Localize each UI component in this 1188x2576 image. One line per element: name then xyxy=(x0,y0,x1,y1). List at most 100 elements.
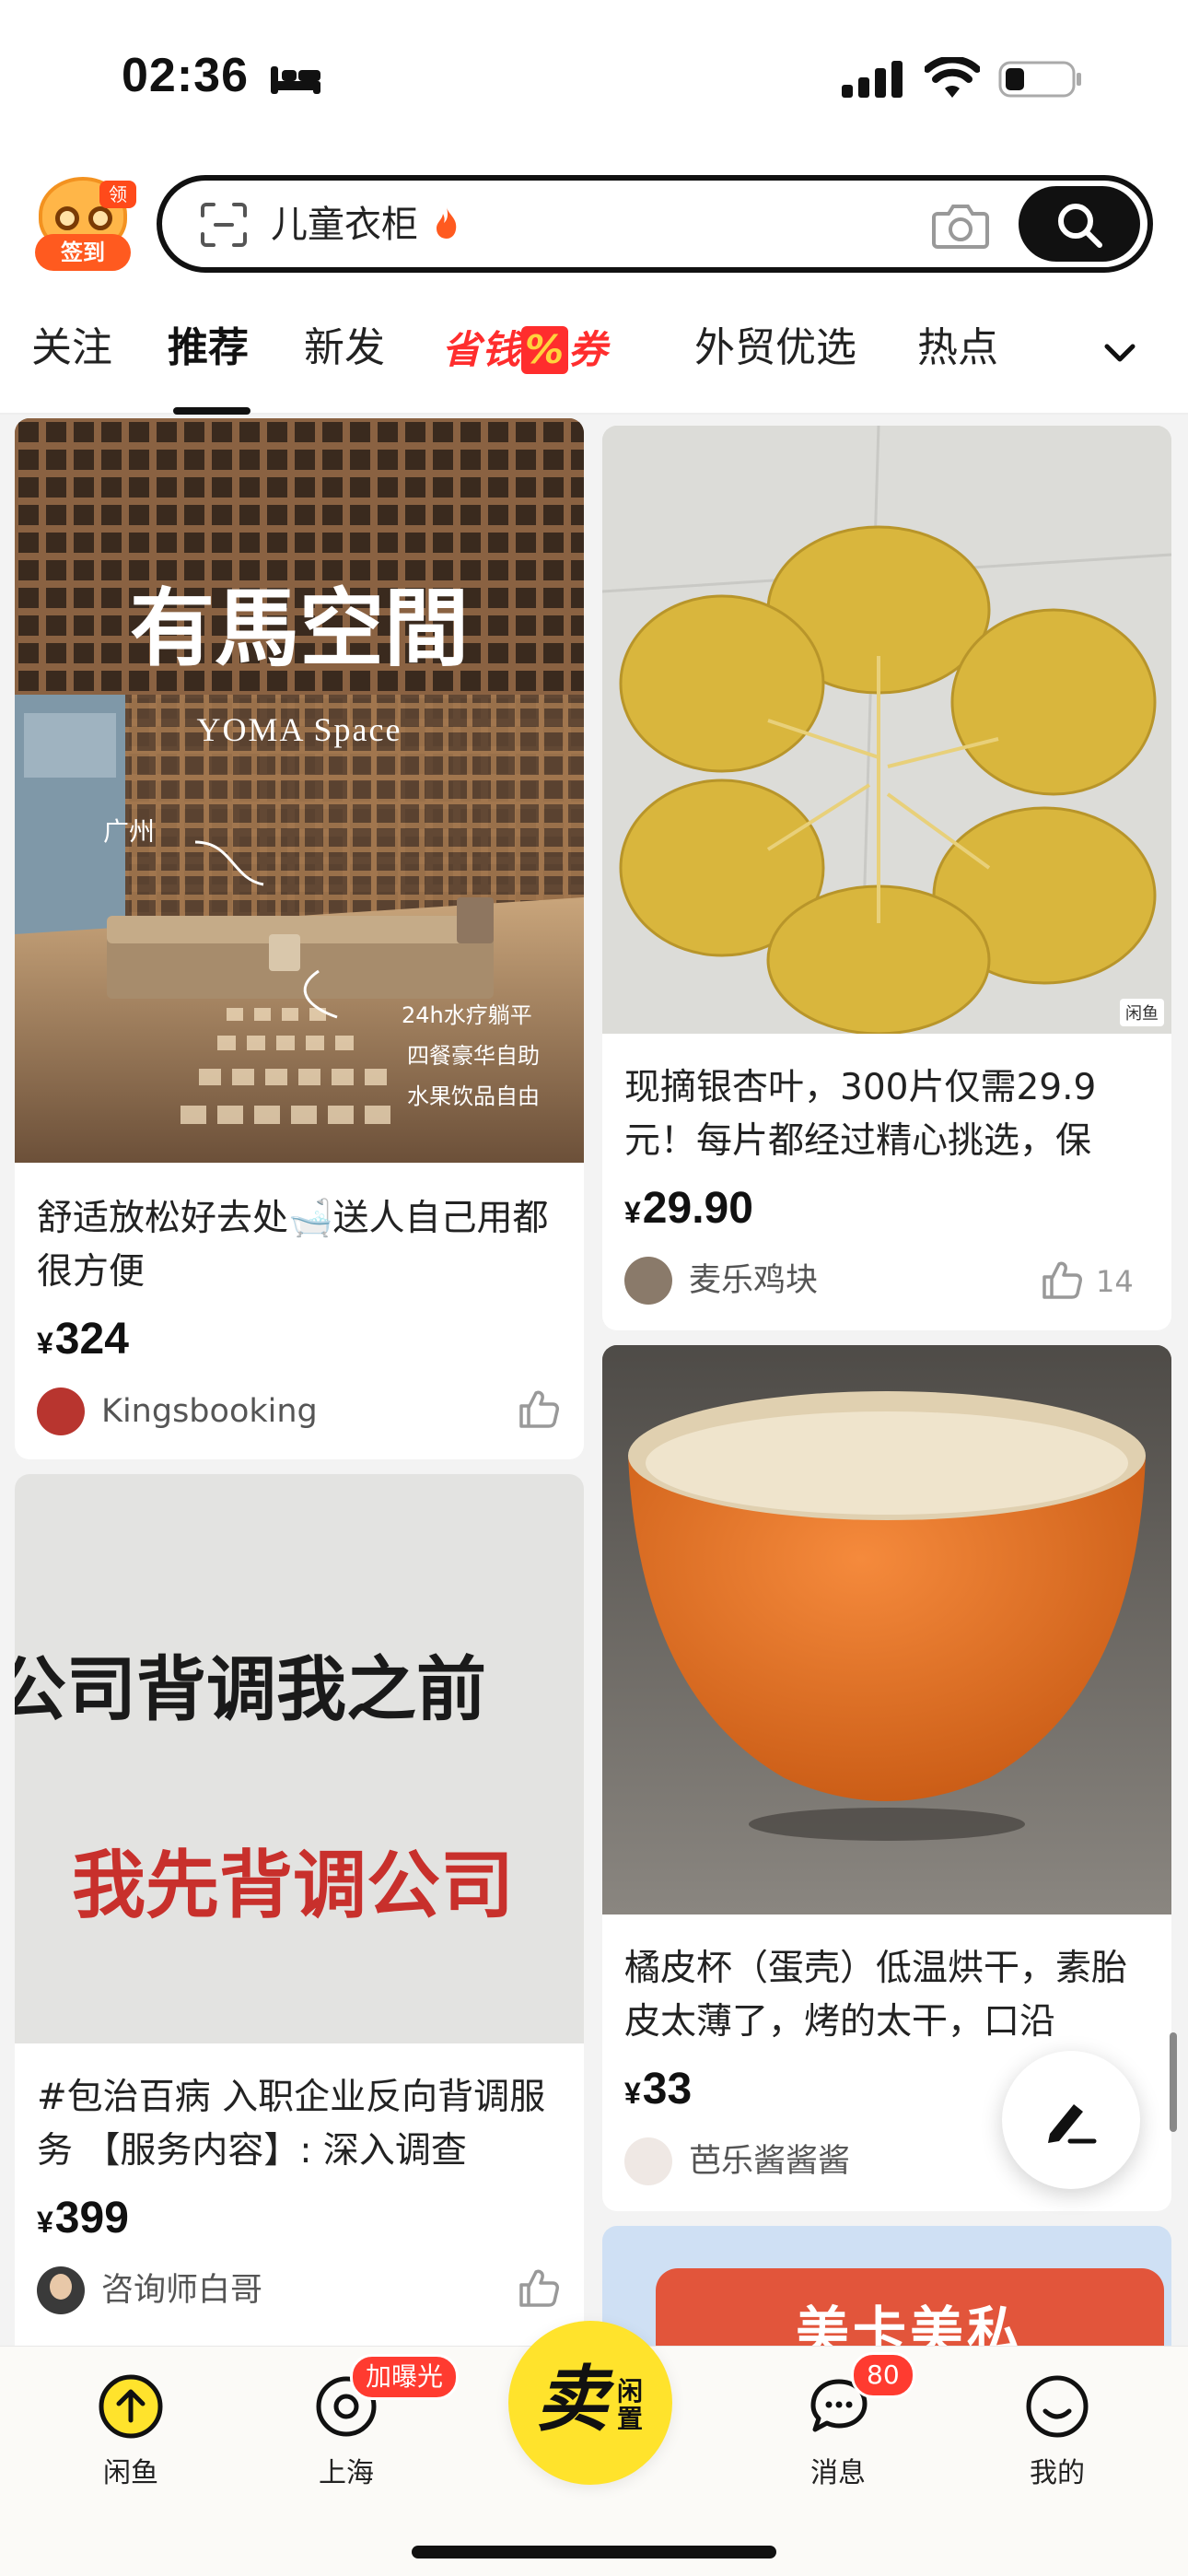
seller-info[interactable]: Kingsbooking xyxy=(37,1388,497,1439)
sell-label: 卖 xyxy=(536,2359,609,2441)
nav-home[interactable]: 闲鱼 xyxy=(66,2372,195,2492)
product-image[interactable]: 公司背调我之前 我先背调公司 xyxy=(15,1474,584,2043)
promo-text-1: 省钱 xyxy=(442,327,522,372)
product-feed[interactable]: 有馬空間 YOMA Space 广州 24h水疗躺平 四餐豪华自助 水果饮品自由… xyxy=(0,415,1188,2346)
currency-symbol: ¥ xyxy=(624,1196,641,1229)
image-title: 有馬空間 xyxy=(130,579,469,678)
checkin-button[interactable]: 领 签到 xyxy=(35,173,136,273)
price-value: 324 xyxy=(54,1315,129,1364)
wifi-icon xyxy=(925,57,980,98)
product-title[interactable]: 现摘银杏叶，300片仅需29.9元！每片都经过精心挑选，保 xyxy=(624,1061,1159,1168)
seller-info[interactable]: 芭乐酱酱酱 xyxy=(624,2137,993,2189)
smile-face-icon xyxy=(1026,2375,1089,2438)
publish-button[interactable] xyxy=(1002,2051,1140,2189)
promo-text-3: 券 xyxy=(568,327,609,372)
fire-icon xyxy=(436,207,456,239)
exposure-badge: 加曝光 xyxy=(350,2354,460,2400)
price-value: 29.90 xyxy=(642,1184,753,1233)
product-image[interactable]: 美卡美私 xyxy=(656,2268,1164,2346)
product-card[interactable]: 美卡美私 xyxy=(602,2226,1171,2346)
like-button[interactable] xyxy=(518,1388,564,1435)
image-subtitle: YOMA Space xyxy=(197,711,402,748)
seller-avatar xyxy=(624,2137,672,2185)
nav-city[interactable]: 上海 加曝光 xyxy=(282,2354,460,2492)
seller-avatar xyxy=(624,1257,672,1305)
nav-label: 上海 xyxy=(319,2457,374,2489)
thumbs-up-icon xyxy=(1042,1261,1082,1299)
product-title[interactable]: 橘皮杯（蛋壳）低温烘干，素胎 皮太薄了，烤的太干，口沿 xyxy=(624,1942,1159,2049)
product-price: ¥324 xyxy=(37,1314,129,1364)
mascot-eye xyxy=(55,206,79,230)
product-price: ¥399 xyxy=(37,2193,129,2243)
header: 领 签到 儿童衣柜 xyxy=(0,166,1188,295)
seller-name: 咨询师白哥 xyxy=(101,2272,263,2309)
currency-symbol: ¥ xyxy=(624,2077,641,2110)
sleep-mode-icon xyxy=(271,66,320,94)
tab-save-money-coupon[interactable]: 省钱%券 xyxy=(442,326,608,374)
search-button[interactable] xyxy=(1019,186,1140,262)
image-text: 美卡美私 xyxy=(795,2301,1024,2346)
ginkgo-leaves-photo xyxy=(602,426,1171,1034)
chevron-down-icon[interactable] xyxy=(1101,341,1138,367)
image-text: 我先背调公司 xyxy=(72,1843,514,1928)
search-query[interactable]: 儿童衣柜 xyxy=(271,199,460,251)
sell-button[interactable]: 卖 闲置 xyxy=(508,2321,672,2485)
seller-info[interactable]: 咨询师白哥 xyxy=(37,2266,497,2318)
search-bar[interactable]: 儿童衣柜 xyxy=(157,175,1153,273)
status-bar: 02:36 xyxy=(0,0,1188,166)
bottom-navigation: 闲鱼 上海 加曝光 卖 闲置 消息 80 我的 xyxy=(0,2321,1188,2576)
spa-room-photo: 有馬空間 YOMA Space 广州 24h水疗躺平 四餐豪华自助 水果饮品自由 xyxy=(15,418,584,1163)
image-note: 广州 xyxy=(103,816,155,847)
checkin-label: 签到 xyxy=(35,234,131,271)
image-note: 24h水疗躺平 xyxy=(402,1002,532,1028)
product-image[interactable] xyxy=(602,1345,1171,1914)
tab-recommend[interactable]: 推荐 xyxy=(168,321,249,376)
product-image[interactable]: 闲鱼 xyxy=(602,426,1171,1034)
search-query-text: 儿童衣柜 xyxy=(271,204,418,246)
mascot-eye xyxy=(88,206,112,230)
seller-name: 麦乐鸡块 xyxy=(689,1262,819,1299)
promo-text-2: % xyxy=(521,326,569,374)
nav-profile[interactable]: 我的 xyxy=(993,2372,1122,2492)
seller-info[interactable]: 麦乐鸡块 xyxy=(624,1257,993,1308)
scan-icon[interactable] xyxy=(201,203,247,247)
product-title[interactable]: #包治百病 入职企业反向背调服务 【服务内容】: 深入调查 xyxy=(37,2071,571,2178)
nav-label: 消息 xyxy=(810,2457,866,2489)
camera-icon[interactable] xyxy=(932,201,989,249)
image-text: 公司背调我之前 xyxy=(15,1648,486,1730)
like-button[interactable]: 14 xyxy=(1041,1259,1151,1306)
like-button[interactable] xyxy=(518,2266,564,2314)
product-card[interactable]: 有馬空間 YOMA Space 广州 24h水疗躺平 四餐豪华自助 水果饮品自由… xyxy=(15,418,584,1459)
image-note: 水果饮品自由 xyxy=(407,1083,540,1109)
home-indicator[interactable] xyxy=(412,2546,776,2558)
product-card[interactable]: 闲鱼 现摘银杏叶，300片仅需29.9元！每片都经过精心挑选，保 ¥29.90 … xyxy=(602,426,1171,1330)
product-card[interactable]: 公司背调我之前 我先背调公司 #包治百病 入职企业反向背调服务 【服务内容】: … xyxy=(15,1474,584,2346)
tab-foreign-trade[interactable]: 外贸优选 xyxy=(694,321,856,376)
product-image[interactable]: 有馬空間 YOMA Space 广州 24h水疗躺平 四餐豪华自助 水果饮品自由 xyxy=(15,418,584,1163)
currency-symbol: ¥ xyxy=(37,2206,53,2239)
price-value: 33 xyxy=(642,2065,693,2113)
search-icon xyxy=(1058,204,1102,248)
sell-sublabel: 闲置 xyxy=(617,2376,644,2434)
category-tabs: 关注 推荐 新发 省钱%券 外贸优选 热点 xyxy=(0,295,1188,415)
nav-label: 闲鱼 xyxy=(103,2457,158,2489)
scrollbar[interactable] xyxy=(1170,2032,1177,2132)
seller-name: 芭乐酱酱酱 xyxy=(689,2143,851,2180)
pen-icon xyxy=(1048,2104,1097,2144)
cellular-signal-icon xyxy=(842,61,903,98)
price-value: 399 xyxy=(54,2194,129,2242)
tab-hot[interactable]: 热点 xyxy=(917,321,998,376)
seller-avatar xyxy=(37,1388,85,1435)
platform-tag: 闲鱼 xyxy=(1120,999,1164,1026)
tab-follow[interactable]: 关注 xyxy=(31,321,112,376)
nav-messages[interactable]: 消息 80 xyxy=(774,2352,915,2492)
status-time: 02:36 xyxy=(122,49,249,102)
unread-count-badge: 80 xyxy=(851,2352,915,2398)
tab-new[interactable]: 新发 xyxy=(304,321,385,376)
checkin-badge: 领 xyxy=(99,181,136,208)
like-count: 14 xyxy=(1096,1264,1134,1299)
thumbs-up-icon xyxy=(519,1390,559,1428)
currency-symbol: ¥ xyxy=(37,1327,53,1360)
nav-label: 我的 xyxy=(1030,2457,1085,2489)
product-title[interactable]: 舒适放松好去处🛁送人自己用都很方便 xyxy=(37,1192,571,1299)
